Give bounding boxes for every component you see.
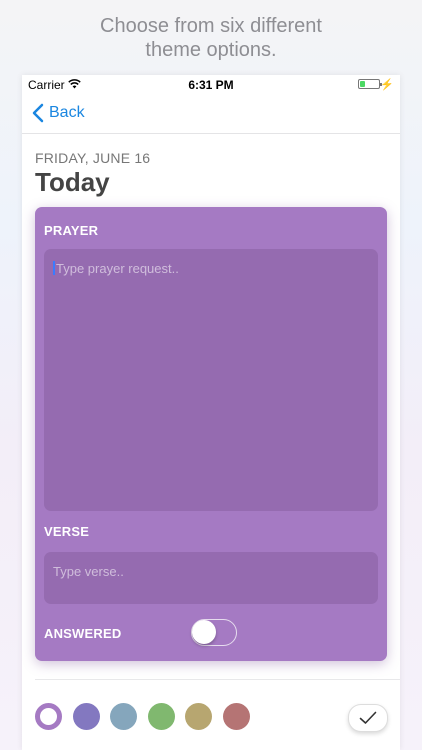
checkmark-icon bbox=[359, 711, 377, 724]
verse-placeholder: Type verse.. bbox=[53, 564, 124, 579]
status-bar: Carrier 6:31 PM ⚡ bbox=[22, 75, 400, 95]
chevron-left-icon bbox=[32, 103, 44, 123]
theme-swatch-5[interactable] bbox=[185, 703, 212, 730]
prayer-placeholder: Type prayer request.. bbox=[56, 261, 179, 276]
prayer-input[interactable]: Type prayer request.. bbox=[44, 249, 378, 511]
back-label: Back bbox=[49, 104, 85, 121]
caption-line-2: theme options. bbox=[145, 39, 277, 61]
page-title: Today bbox=[35, 167, 110, 197]
clock: 6:31 PM bbox=[188, 78, 234, 92]
verse-input[interactable]: Type verse.. bbox=[44, 552, 378, 604]
navigation-bar: Back bbox=[22, 95, 400, 134]
caption-line-1: Choose from six different bbox=[100, 15, 322, 37]
theme-swatch-2[interactable] bbox=[72, 703, 100, 730]
theme-swatch-1[interactable] bbox=[35, 703, 62, 730]
theme-swatch-4[interactable] bbox=[147, 703, 175, 730]
verse-label: VERSE bbox=[44, 524, 90, 539]
prayer-card: PRAYER Type prayer request.. VERSE Type … bbox=[35, 207, 387, 661]
back-button[interactable]: Back bbox=[32, 103, 85, 123]
answered-toggle[interactable] bbox=[191, 619, 237, 646]
divider bbox=[35, 679, 400, 680]
charging-bolt-icon: ⚡ bbox=[380, 79, 394, 91]
save-button[interactable] bbox=[348, 704, 388, 732]
toggle-knob bbox=[192, 620, 216, 644]
theme-swatch-6[interactable] bbox=[222, 703, 250, 730]
entry-date: FRIDAY, JUNE 16 bbox=[35, 150, 151, 166]
answered-label: ANSWERED bbox=[44, 626, 122, 641]
prayer-label: PRAYER bbox=[44, 223, 99, 238]
text-cursor bbox=[53, 261, 55, 275]
battery-icon bbox=[358, 79, 382, 89]
battery-fill bbox=[360, 81, 365, 87]
marketing-caption: Choose from six different theme options. bbox=[0, 14, 422, 62]
theme-swatch-3[interactable] bbox=[110, 703, 137, 730]
phone-screen: Carrier 6:31 PM ⚡ Back FRIDAY, JUNE 16 T… bbox=[22, 75, 400, 750]
